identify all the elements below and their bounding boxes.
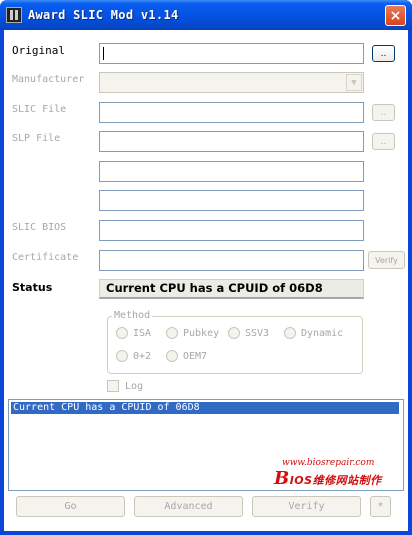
- status-display: Current CPU has a CPUID of 06D8: [99, 279, 364, 299]
- slp-file-browse-button[interactable]: ..: [372, 133, 395, 150]
- extra-button[interactable]: *: [370, 496, 391, 517]
- slic-file-field[interactable]: [99, 102, 364, 123]
- method-radio-dynamic[interactable]: Dynamic: [284, 327, 343, 339]
- watermark-brand: BIOS维修网站制作: [274, 468, 382, 489]
- advanced-button[interactable]: Advanced: [134, 496, 243, 517]
- method-group-title: Method: [112, 310, 153, 321]
- extra-field-2[interactable]: [99, 190, 364, 211]
- slic-file-label: SLIC File: [12, 104, 67, 115]
- radio-icon: [166, 327, 178, 339]
- extra-field-1[interactable]: [99, 161, 364, 182]
- original-field[interactable]: [99, 43, 364, 64]
- method-radio-oem7[interactable]: OEM7: [166, 350, 207, 362]
- status-label: Status: [12, 281, 53, 294]
- verify-button[interactable]: Verify: [252, 496, 361, 517]
- log-checkbox-label: Log: [125, 380, 144, 392]
- checkbox-icon: [107, 380, 119, 392]
- list-item[interactable]: Current CPU has a CPUID of 06D8: [11, 402, 399, 414]
- watermark-url: www.biosrepair.com: [282, 458, 375, 468]
- watermark: www.biosrepair.com BIOS维修网站制作: [274, 458, 382, 489]
- slic-bios-label: SLIC BIOS: [12, 222, 67, 233]
- certificate-verify-button[interactable]: Verify: [368, 251, 405, 269]
- radio-icon: [116, 350, 128, 362]
- certificate-label: Certificate: [12, 252, 79, 263]
- original-label: Original: [12, 44, 65, 57]
- method-radio-label: SSV3: [245, 327, 270, 339]
- method-radio-pubkey[interactable]: Pubkey: [166, 327, 219, 339]
- watermark-brand-text: IOS维修网站制作: [289, 474, 382, 487]
- log-checkbox[interactable]: Log: [107, 380, 143, 392]
- slp-file-field[interactable]: [99, 131, 364, 152]
- app-icon: [6, 7, 22, 23]
- radio-icon: [166, 350, 178, 362]
- watermark-brand-letter: B: [274, 468, 290, 489]
- title-bar[interactable]: Award SLIC Mod v1.14 ×: [0, 0, 412, 30]
- method-radio-label: Dynamic: [301, 327, 344, 339]
- method-radio-label: OEM7: [183, 350, 208, 362]
- method-radio-label: 0+2: [133, 350, 152, 362]
- close-icon: ×: [389, 7, 402, 24]
- go-button[interactable]: Go: [16, 496, 125, 517]
- slp-file-label: SLP File: [12, 133, 61, 144]
- method-radio-0plus2[interactable]: 0+2: [116, 350, 151, 362]
- original-browse-button[interactable]: ..: [372, 45, 395, 62]
- radio-icon: [116, 327, 128, 339]
- radio-icon: [284, 327, 296, 339]
- method-radio-ssv3[interactable]: SSV3: [228, 327, 269, 339]
- method-radio-isa[interactable]: ISA: [116, 327, 151, 339]
- client-area: Original .. Manufacturer ▼ SLIC File .. …: [4, 30, 408, 531]
- manufacturer-label: Manufacturer: [12, 74, 85, 85]
- manufacturer-dropdown[interactable]: ▼: [99, 72, 364, 93]
- slic-bios-field[interactable]: [99, 220, 364, 241]
- text-caret: [103, 47, 104, 60]
- method-group: Method ISA Pubkey SSV3 Dynamic 0+2 OEM7: [107, 310, 363, 374]
- method-radio-label: ISA: [133, 327, 152, 339]
- app-window: Award SLIC Mod v1.14 × Original .. Manuf…: [0, 0, 412, 535]
- method-radio-label: Pubkey: [183, 327, 220, 339]
- close-button[interactable]: ×: [385, 5, 406, 26]
- slic-file-browse-button[interactable]: ..: [372, 104, 395, 121]
- radio-icon: [228, 327, 240, 339]
- certificate-field[interactable]: [99, 250, 364, 271]
- window-title: Award SLIC Mod v1.14: [28, 8, 179, 22]
- chevron-down-icon[interactable]: ▼: [346, 74, 362, 91]
- log-list[interactable]: Current CPU has a CPUID of 06D8 www.bios…: [8, 399, 404, 491]
